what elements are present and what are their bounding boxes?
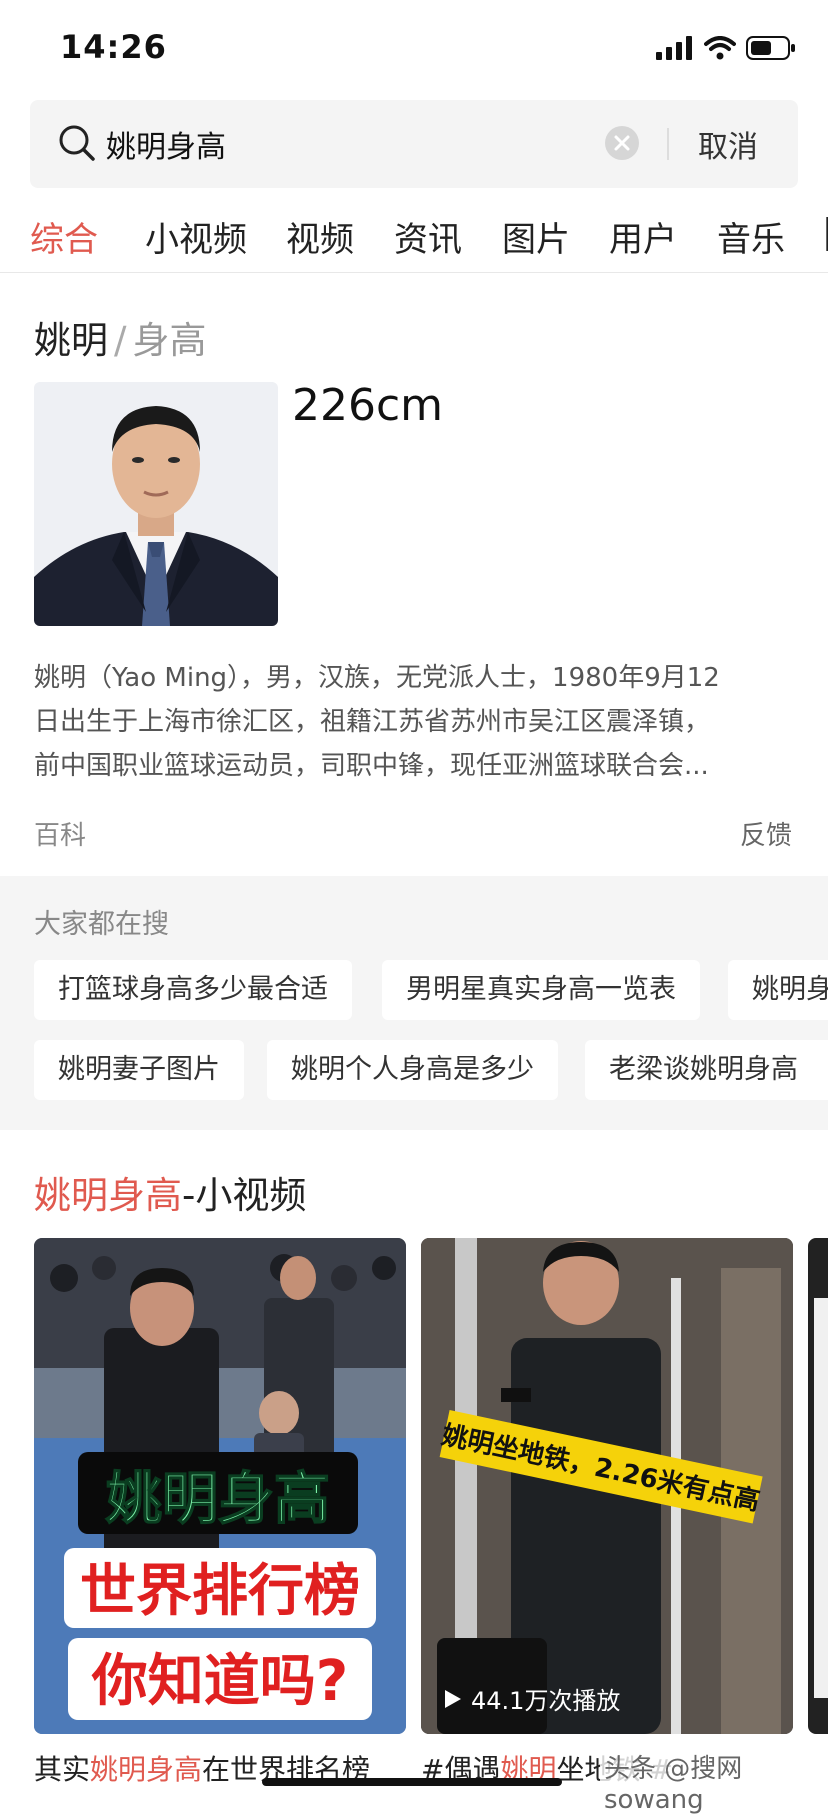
video-card[interactable]: 姚明坐地铁，2.26米有点高 44.1万次播放 [421,1238,793,1734]
status-icons [656,34,796,62]
tab-images[interactable]: 图片 [502,212,570,261]
status-time: 14:26 [60,28,167,66]
related-searches: 大家都在搜 打篮球身高多少最合适 男明星真实身高一览表 姚明身 姚明妻子图片 姚… [0,876,828,1130]
related-searches-title: 大家都在搜 [34,909,169,940]
tab-comprehensive[interactable]: 综合 [30,212,98,261]
clear-icon[interactable] [605,126,639,160]
related-search-chip[interactable]: 男明星真实身高一览表 [382,960,700,1020]
caption-highlight: 姚明身高 [90,1753,203,1786]
section-title-highlight: 姚明身高 [34,1174,182,1217]
entity-photo[interactable] [34,382,278,626]
overlay-question: 你知道吗? [91,1649,348,1714]
knowledge-card-title[interactable]: 姚明 / 身高 [34,310,206,364]
related-search-chip[interactable]: 姚明个人身高是多少 [267,1040,558,1100]
related-search-chip[interactable]: 姚明妻子图片 [34,1040,244,1100]
video-thumbnail: 姚明身高 世界排行榜 你知道吗? [34,1238,406,1734]
video-thumbnail [808,1238,828,1734]
play-count: 44.1万次播放 [443,1681,620,1716]
description-line: 日出生于上海市徐汇区，祖籍江苏省苏州市吴江区震泽镇， [34,707,711,737]
search-input[interactable]: 姚明身高 [106,122,226,166]
overlay-subtitle: 世界排行榜 [80,1559,360,1624]
description-line: 姚明（Yao Ming），男，汉族，无党派人士，1980年9月12 [34,663,720,693]
watermark: 头条 @搜网sowang [600,1748,828,1815]
tab-overflow[interactable]: | [822,212,828,252]
play-count-text: 44.1万次播放 [471,1687,621,1715]
tab-news[interactable]: 资讯 [394,212,462,261]
source-label[interactable]: 百科 [34,815,86,852]
video-card[interactable]: 姚明身高 世界排行榜 你知道吗? [34,1238,406,1734]
battery-icon [746,36,795,60]
overlay-title: 姚明身高 [105,1467,330,1532]
related-search-chip[interactable]: 打篮球身高多少最合适 [34,960,352,1020]
height-value: 226cm [292,380,444,431]
search-icon [59,125,95,161]
tab-video[interactable]: 视频 [286,212,354,261]
related-search-chip[interactable]: 老梁谈姚明身高 [585,1040,828,1100]
search-divider [667,128,669,160]
feedback-button[interactable]: 反馈 [740,815,792,852]
tab-users[interactable]: 用户 [609,212,677,261]
signal-icon [656,36,692,60]
tabs-divider [0,272,828,273]
video-card[interactable] [808,1238,828,1734]
entity-name: 姚明 [34,319,108,362]
section-title-rest: -小视频 [182,1174,307,1217]
title-separator: / [114,319,127,362]
video-section-title[interactable]: 姚明身高-小视频 [34,1165,306,1219]
entity-description[interactable]: 姚明（Yao Ming），男，汉族，无党派人士，1980年9月12 日出生于上海… [34,656,796,788]
video-thumbnail: 姚明坐地铁，2.26米有点高 [421,1238,793,1734]
tab-music[interactable]: 音乐 [717,212,785,261]
search-bar[interactable]: 姚明身高 取消 [30,100,798,188]
home-indicator[interactable] [262,1778,562,1786]
status-bar: 14:26 [0,0,828,96]
attribute-name: 身高 [132,319,207,362]
cancel-button[interactable]: 取消 [698,122,758,166]
wifi-icon [704,36,736,60]
category-tabs: 综合 小视频 视频 资讯 图片 用户 音乐 | [0,212,828,272]
play-icon [445,1689,461,1708]
caption-text: 其实 [34,1753,91,1786]
tab-short-video[interactable]: 小视频 [145,212,247,261]
related-search-chip[interactable]: 姚明身 [728,960,828,1020]
description-line: 前中国职业篮球运动员，司职中锋，现任亚洲篮球联合会... [34,751,709,781]
